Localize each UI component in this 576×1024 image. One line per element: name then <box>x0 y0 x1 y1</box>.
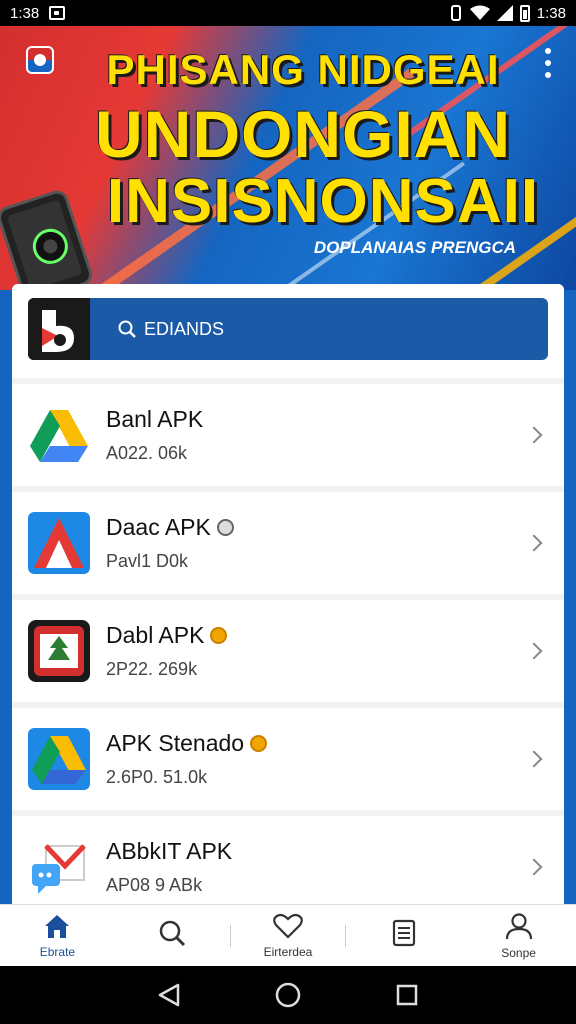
vibrate-icon <box>450 5 461 21</box>
tab-documents[interactable] <box>346 905 461 966</box>
home-circle-icon <box>275 982 301 1008</box>
bag-icon <box>250 735 268 752</box>
status-bar: 1:38 1:38 <box>0 0 576 26</box>
tab-profile-label: Sonpe <box>501 945 536 960</box>
app-list-card: EDIANDS Banl APK A022. 06k Daac APK Pavl… <box>12 284 564 904</box>
app-title: APK Stenado <box>106 730 245 756</box>
tab-favorites[interactable]: Eirterdea <box>231 905 346 966</box>
app-subtitle: Pavl1 D0k <box>106 551 189 571</box>
tab-home[interactable]: Ebrate <box>0 905 115 966</box>
app-title-row: Daac APK <box>106 514 528 541</box>
list-item[interactable]: APK Stenado 2.6P0. 51.0k <box>12 708 564 810</box>
list-item[interactable]: Banl APK A022. 06k <box>12 384 564 486</box>
image-notification-icon <box>49 6 66 20</box>
wifi-icon <box>469 5 490 20</box>
signal-icon <box>496 5 513 21</box>
chevron-right-icon <box>525 426 543 444</box>
app-subtitle: AP08 9 ABk <box>106 875 203 895</box>
app-list: Banl APK A022. 06k Daac APK Pavl1 D0k Da… <box>12 384 564 904</box>
chat-mail-app-icon <box>28 836 90 898</box>
search-bar[interactable]: EDIANDS <box>28 298 548 360</box>
heart-icon <box>273 913 303 939</box>
brand-logo-icon <box>28 298 90 360</box>
chevron-right-icon <box>525 642 543 660</box>
bag-icon <box>216 519 234 536</box>
document-icon <box>392 919 415 946</box>
search-input[interactable]: EDIANDS <box>90 298 548 360</box>
home-button[interactable] <box>273 980 303 1010</box>
status-clock: 1:38 <box>536 4 566 22</box>
tab-home-label: Ebrate <box>39 944 76 959</box>
home-icon <box>45 914 70 938</box>
back-button[interactable] <box>154 980 184 1010</box>
app-subtitle: A022. 06k <box>106 443 188 463</box>
recents-square-icon <box>396 984 417 1006</box>
banner-subtitle: DOPLANAIAS PRENGCA <box>313 238 516 257</box>
app-title-row: Dabl APK <box>106 622 528 649</box>
chevron-right-icon <box>525 858 543 876</box>
chevron-right-icon <box>525 534 543 552</box>
banner-title-line3: INSISNONSAII <box>106 167 540 236</box>
app-title: ABbkIT APK <box>106 838 233 864</box>
list-item[interactable]: ABbkIT APK AP08 9 ABk <box>12 816 564 904</box>
app-subtitle: 2P22. 269k <box>106 659 198 679</box>
red-blue-a-app-icon <box>28 512 90 574</box>
status-time: 1:38 <box>10 4 40 22</box>
chevron-right-icon <box>525 750 543 768</box>
search-placeholder: EDIANDS <box>144 318 225 339</box>
app-title: Banl APK <box>106 406 204 432</box>
banner-title-line1: PHISANG NIDGEAI <box>106 46 500 93</box>
list-item[interactable]: Daac APK Pavl1 D0k <box>12 492 564 594</box>
search-section: EDIANDS <box>12 284 564 378</box>
list-item[interactable]: Dabl APK 2P22. 269k <box>12 600 564 702</box>
banner-title-line2: UNDONGIAN <box>95 97 511 171</box>
search-icon <box>159 920 186 946</box>
tree-badge-app-icon <box>28 620 90 682</box>
recents-button[interactable] <box>392 980 422 1010</box>
drive-app-icon <box>28 728 90 790</box>
search-icon <box>118 320 136 338</box>
bag-icon <box>210 627 228 644</box>
tab-profile[interactable]: Sonpe <box>461 905 576 966</box>
app-title: Daac APK <box>106 514 211 540</box>
tab-favorites-label: Eirterdea <box>263 944 313 959</box>
profile-icon <box>505 912 532 939</box>
drive-app-icon <box>28 404 90 466</box>
hero-banner: PHISANG NIDGEAI UNDONGIAN INSISNONSAII D… <box>0 26 576 290</box>
app-title: Dabl APK <box>106 622 205 648</box>
app-subtitle: 2.6P0. 51.0k <box>106 767 208 787</box>
battery-icon <box>519 4 530 22</box>
bottom-tab-bar: Ebrate Eirterdea Sonpe <box>0 904 576 966</box>
back-triangle-icon <box>159 983 180 1007</box>
system-nav-bar <box>0 966 576 1024</box>
app-title-row: APK Stenado <box>106 730 528 757</box>
tab-search[interactable] <box>115 905 230 966</box>
